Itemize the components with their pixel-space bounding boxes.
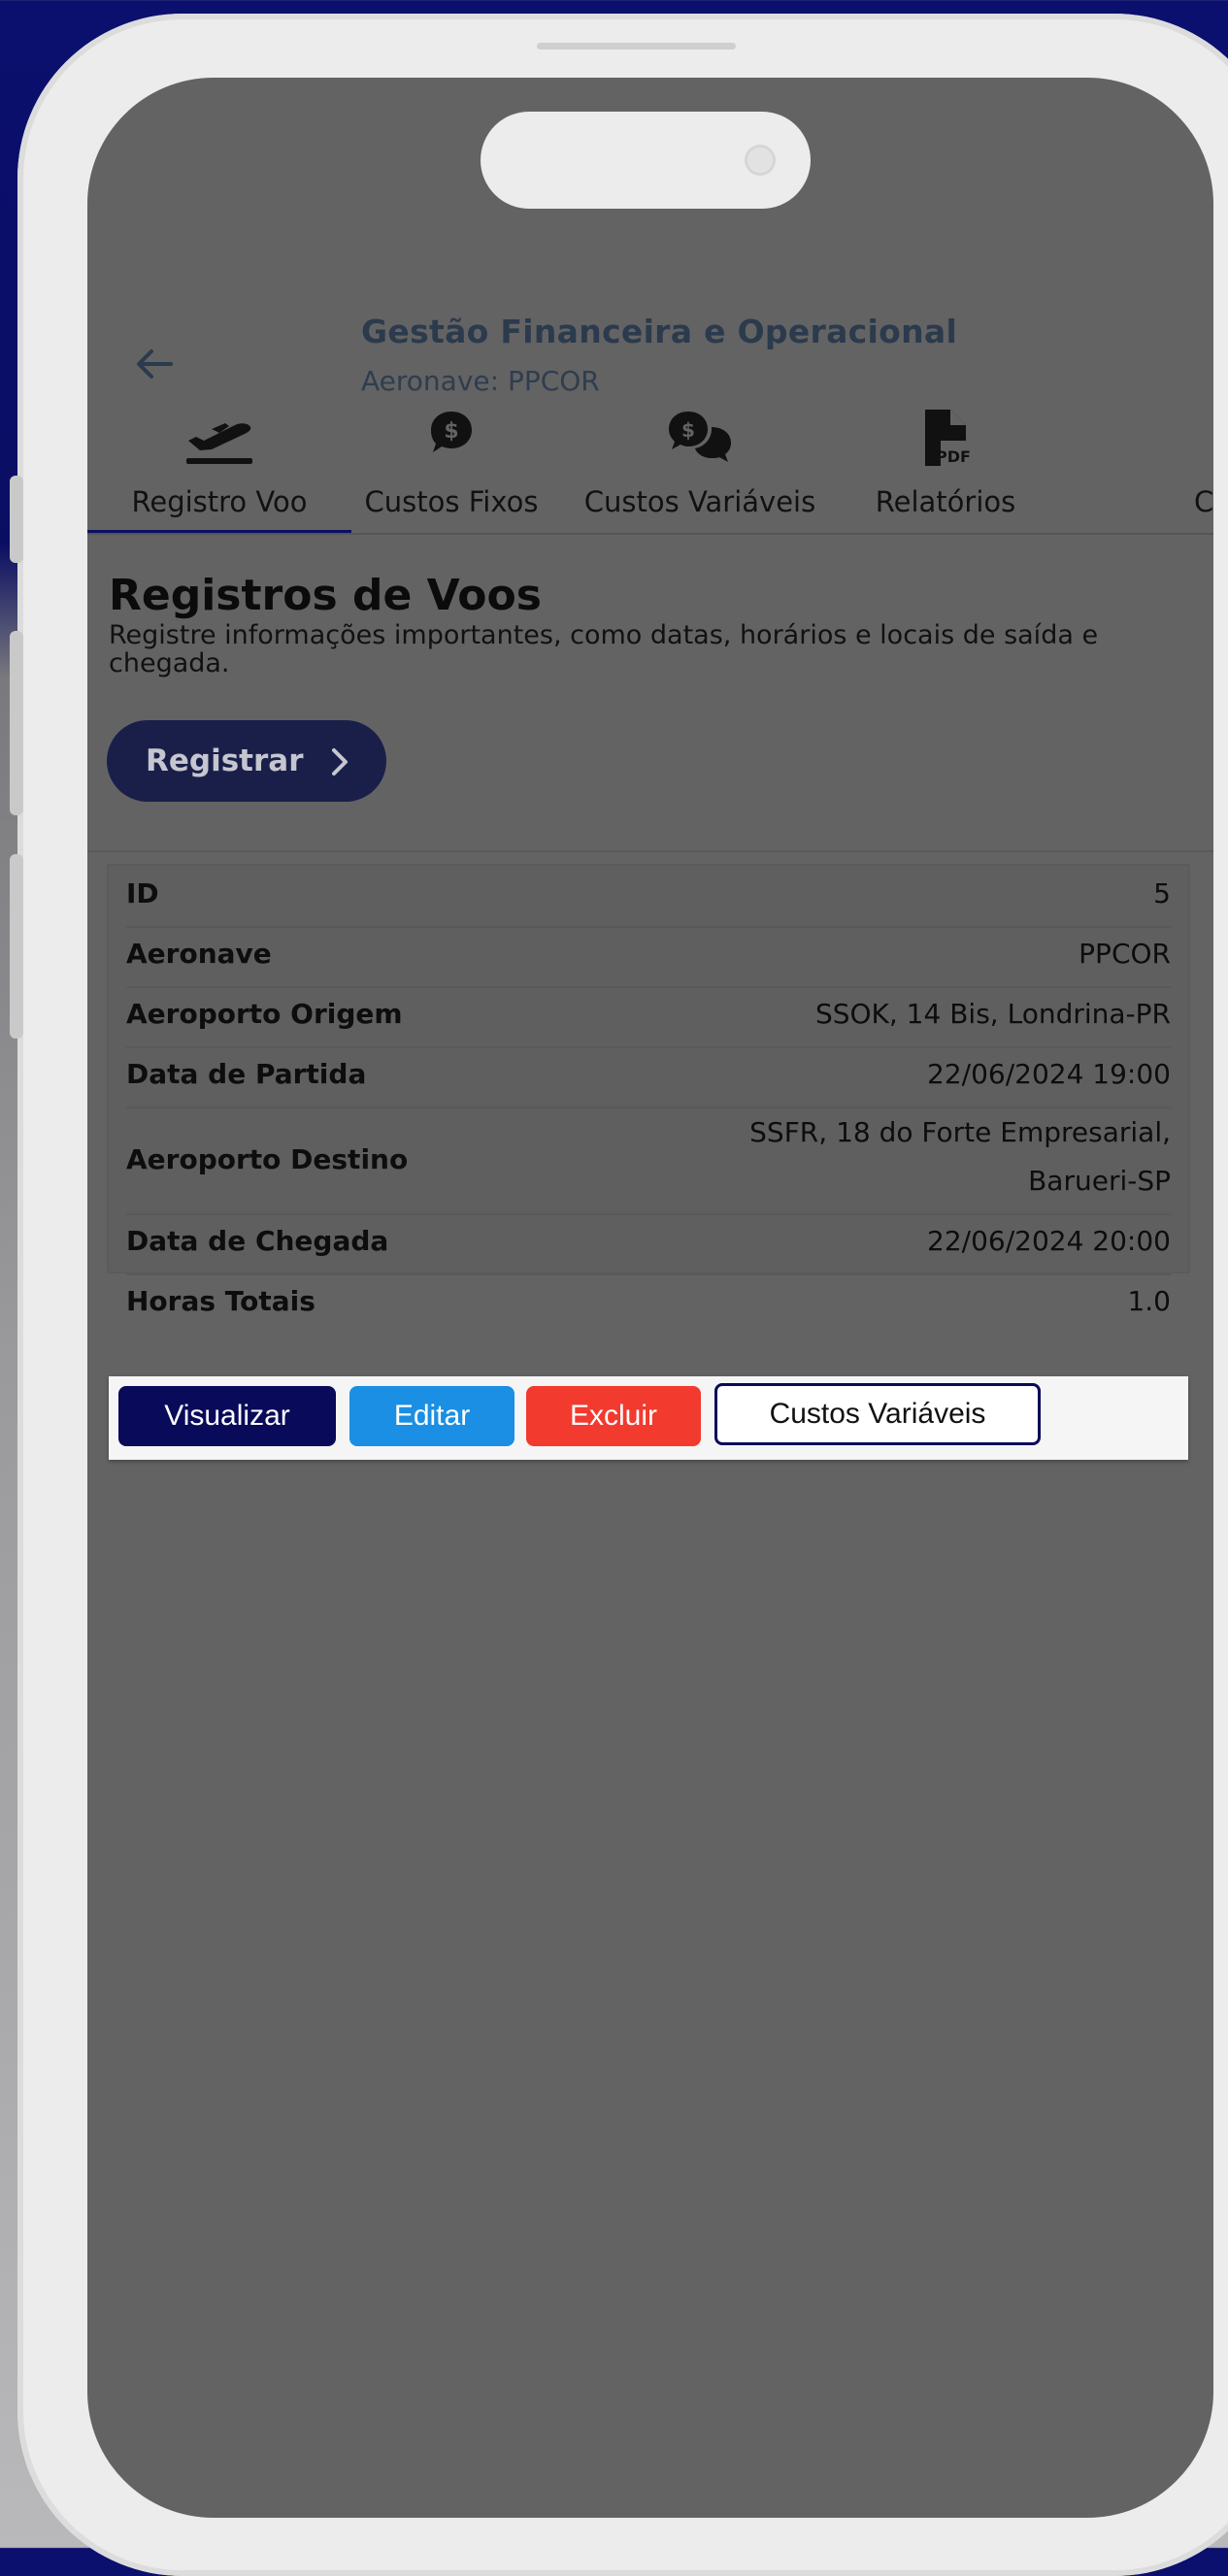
field-label: Horas Totais xyxy=(126,1285,315,1317)
tab-label: Custos Variáveis xyxy=(583,485,816,518)
speaker-grille xyxy=(537,43,736,50)
tab-overflow[interactable]: C xyxy=(1194,369,1213,534)
tab-divider xyxy=(87,533,1213,535)
dollar-bubble-icon: $ xyxy=(427,408,476,462)
field-value: 5 xyxy=(1153,877,1171,909)
tab-custos-fixos[interactable]: $ Custos Fixos xyxy=(351,369,551,534)
field-label: Aeronave xyxy=(126,938,272,970)
field-label: Data de Chegada xyxy=(126,1225,389,1257)
section-description: Registre informações importantes, como d… xyxy=(109,620,1099,678)
field-label: ID xyxy=(126,877,159,909)
edit-button[interactable]: Editar xyxy=(349,1386,514,1446)
field-value: SSOK, 14 Bis, Londrina-PR xyxy=(814,998,1171,1030)
page-title: Gestão Financeira e Operacional xyxy=(361,313,958,350)
pdf-file-icon: PDF xyxy=(921,408,971,472)
record-actions: Visualizar Editar Excluir Custos Variáve… xyxy=(109,1376,1188,1460)
flight-record-card: ID 5 Aeronave PPCOR Aeroporto Origem SSO… xyxy=(109,866,1188,1317)
tab-custos-variaveis[interactable]: $ Custos Variáveis xyxy=(551,369,848,534)
phone-frame: Gestão Financeira e Operacional Aeronave… xyxy=(17,14,1228,2576)
table-row: Aeronave PPCOR xyxy=(126,926,1171,988)
field-value: PPCOR xyxy=(1079,938,1171,970)
svg-text:PDF: PDF xyxy=(936,447,970,466)
camera-icon xyxy=(745,145,776,176)
app-screen: Gestão Financeira e Operacional Aeronave… xyxy=(87,78,1213,2518)
field-value: 22/06/2024 20:00 xyxy=(927,1225,1171,1257)
tab-label: Custos Fixos xyxy=(364,485,539,518)
field-value: 22/06/2024 19:00 xyxy=(927,1058,1171,1090)
register-button-label: Registrar xyxy=(146,743,304,778)
view-button[interactable]: Visualizar xyxy=(118,1386,336,1446)
table-row: ID 5 xyxy=(126,866,1171,928)
dynamic-island xyxy=(481,112,811,209)
tab-label: Relatórios xyxy=(875,485,1016,518)
field-label: Aeroporto Destino xyxy=(126,1143,409,1175)
side-button xyxy=(10,631,23,815)
section-title: Registros de Voos xyxy=(109,571,542,620)
field-label: Data de Partida xyxy=(126,1058,367,1090)
field-value-line2: Barueri-SP xyxy=(1028,1165,1171,1197)
chevron-right-icon xyxy=(330,747,349,784)
table-row: Horas Totais 1.0 xyxy=(126,1273,1171,1334)
side-button xyxy=(10,476,23,563)
register-button[interactable]: Registrar xyxy=(107,720,386,802)
field-label: Aeroporto Origem xyxy=(126,998,403,1030)
field-value-line1: SSFR, 18 do Forte Empresarial, xyxy=(749,1116,1171,1148)
plane-departure-icon xyxy=(183,408,256,470)
tab-bar: Registro Voo $ Custos Fixos $ Custos Var… xyxy=(87,369,1213,534)
side-button xyxy=(10,854,23,1039)
tab-registro-voo[interactable]: Registro Voo xyxy=(87,369,351,534)
divider xyxy=(87,850,1213,852)
table-row: Aeroporto Destino SSFR, 18 do Forte Empr… xyxy=(126,1106,1171,1215)
delete-button[interactable]: Excluir xyxy=(526,1386,701,1446)
svg-text:$: $ xyxy=(681,418,695,442)
table-row: Data de Chegada 22/06/2024 20:00 xyxy=(126,1213,1171,1275)
dollar-chat-icon: $ xyxy=(663,408,737,470)
tab-label: C xyxy=(1194,485,1213,518)
variable-costs-button[interactable]: Custos Variáveis xyxy=(714,1383,1041,1445)
table-row: Data de Partida 22/06/2024 19:00 xyxy=(126,1046,1171,1108)
table-row: Aeroporto Origem SSOK, 14 Bis, Londrina-… xyxy=(126,986,1171,1048)
tab-relatorios[interactable]: PDF Relatórios xyxy=(848,369,1043,534)
tab-label: Registro Voo xyxy=(131,485,308,518)
svg-text:$: $ xyxy=(444,419,458,444)
field-value: 1.0 xyxy=(1127,1285,1171,1317)
